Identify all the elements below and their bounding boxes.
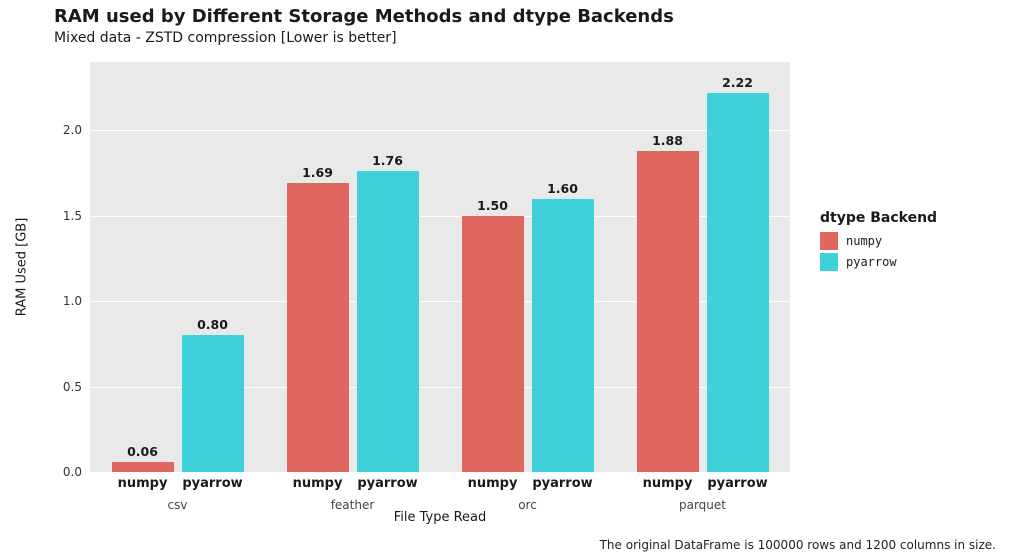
y-axis-ticks: 0.00.51.01.52.0	[0, 62, 86, 472]
grid-line	[90, 130, 790, 131]
x-tick-backend: numpy	[118, 476, 168, 491]
y-tick-label: 0.5	[2, 380, 82, 394]
x-tick-backend: pyarrow	[357, 476, 417, 491]
legend-item-pyarrow: pyarrow	[820, 253, 1000, 271]
chart-title: RAM used by Different Storage Methods an…	[54, 6, 674, 27]
x-tick-backend: numpy	[293, 476, 343, 491]
plot-area: 0.06numpy0.80pyarrowcsv1.69numpy1.76pyar…	[90, 62, 790, 472]
grid-line	[90, 472, 790, 473]
bar-value-label: 1.69	[302, 165, 333, 180]
legend: dtype Backend numpy pyarrow	[820, 210, 1000, 274]
bar-orc-pyarrow	[532, 199, 594, 472]
bar-feather-numpy	[287, 183, 349, 472]
bar-csv-numpy	[112, 462, 174, 472]
bar-parquet-numpy	[637, 151, 699, 472]
x-tick-backend: pyarrow	[532, 476, 592, 491]
bar-value-label: 2.22	[722, 75, 753, 90]
figure: RAM used by Different Storage Methods an…	[0, 0, 1024, 558]
x-tick-group: parquet	[679, 498, 726, 512]
y-axis-label: RAM Used [GB]	[15, 218, 30, 317]
x-tick-backend: pyarrow	[707, 476, 767, 491]
x-tick-group: orc	[518, 498, 537, 512]
x-tick-group: feather	[331, 498, 375, 512]
legend-label-pyarrow: pyarrow	[846, 255, 897, 269]
y-tick-label: 0.0	[2, 465, 82, 479]
bar-value-label: 1.50	[477, 198, 508, 213]
legend-item-numpy: numpy	[820, 232, 1000, 250]
bar-value-label: 1.88	[652, 133, 683, 148]
x-tick-backend: pyarrow	[182, 476, 242, 491]
x-tick-backend: numpy	[643, 476, 693, 491]
bar-value-label: 1.60	[547, 181, 578, 196]
bar-csv-pyarrow	[182, 335, 244, 472]
x-tick-group: csv	[168, 498, 188, 512]
bar-parquet-pyarrow	[707, 93, 769, 472]
chart-caption: The original DataFrame is 100000 rows an…	[600, 538, 996, 552]
y-tick-label: 2.0	[2, 123, 82, 137]
legend-title: dtype Backend	[820, 210, 1000, 226]
bar-value-label: 1.76	[372, 153, 403, 168]
x-axis-label: File Type Read	[394, 510, 487, 525]
bar-value-label: 0.80	[197, 317, 228, 332]
chart-subtitle: Mixed data - ZSTD compression [Lower is …	[54, 30, 397, 46]
bar-orc-numpy	[462, 216, 524, 472]
bar-value-label: 0.06	[127, 444, 158, 459]
bar-feather-pyarrow	[357, 171, 419, 472]
legend-swatch-numpy	[820, 232, 838, 250]
legend-swatch-pyarrow	[820, 253, 838, 271]
legend-label-numpy: numpy	[846, 234, 882, 248]
x-tick-backend: numpy	[468, 476, 518, 491]
